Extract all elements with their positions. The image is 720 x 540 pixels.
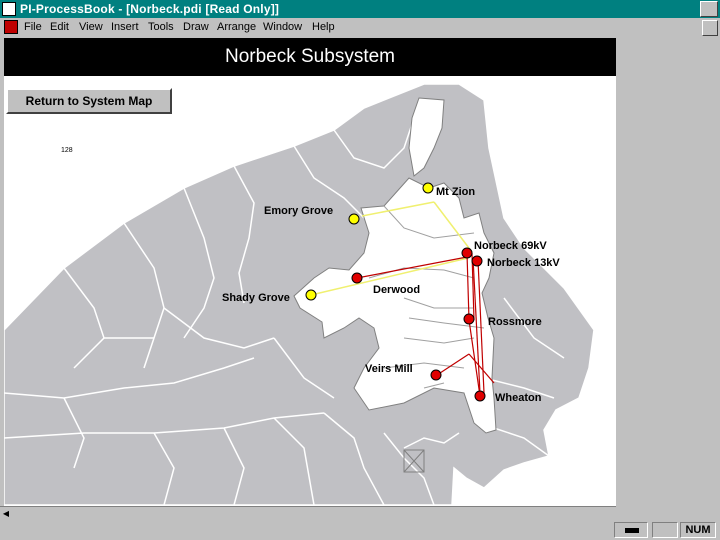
maximize-button[interactable] (700, 1, 718, 17)
substation-marker-norbeck-69kv[interactable] (461, 247, 473, 259)
status-indicator (614, 522, 648, 538)
menu-tools[interactable]: Tools (148, 21, 174, 33)
menu-file[interactable]: File (24, 21, 42, 33)
menu-insert[interactable]: Insert (111, 21, 139, 33)
window-title: PI-ProcessBook - [Norbeck.pdi [Read Only… (20, 2, 280, 16)
substation-label-mt-zion: Mt Zion (436, 186, 475, 198)
substation-label-rossmore: Rossmore (488, 316, 542, 328)
substation-marker-norbeck-13kv[interactable] (471, 255, 483, 267)
status-blank-field (652, 522, 678, 538)
substation-marker-veirs-mill[interactable] (430, 369, 442, 381)
scroll-left-arrow-icon[interactable]: ◀ (0, 507, 12, 520)
document-icon[interactable] (4, 20, 18, 34)
menu-help[interactable]: Help (312, 21, 335, 33)
display-canvas: Norbeck Subsystem Return to System Map 1… (4, 38, 616, 506)
substation-label-veirs-mill: Veirs Mill (365, 363, 413, 375)
substation-label-norbeck-13kv: Norbeck 13kV (487, 257, 560, 269)
menu-draw[interactable]: Draw (183, 21, 209, 33)
menu-arrange[interactable]: Arrange (217, 21, 256, 33)
status-bar: NUM (0, 520, 720, 540)
substation-label-norbeck-69kv: Norbeck 69kV (474, 240, 547, 252)
indicator-block-icon (625, 528, 639, 533)
substation-marker-shady-grove[interactable] (305, 289, 317, 301)
small-value-text: 128 (61, 147, 73, 154)
substation-label-derwood: Derwood (373, 284, 420, 296)
num-lock-indicator: NUM (680, 522, 716, 538)
menu-view[interactable]: View (79, 21, 103, 33)
horizontal-scrollbar[interactable]: ◀ (0, 506, 616, 521)
substation-marker-wheaton[interactable] (474, 390, 486, 402)
substation-marker-mt-zion[interactable] (422, 182, 434, 194)
menu-bar: File Edit View Insert Tools Draw Arrange… (0, 18, 720, 38)
restore-button[interactable] (702, 20, 718, 36)
menu-edit[interactable]: Edit (50, 21, 69, 33)
substation-label-wheaton: Wheaton (495, 392, 542, 404)
menu-window[interactable]: Window (263, 21, 302, 33)
substation-label-shady-grove: Shady Grove (222, 292, 290, 304)
substation-label-emory-grove: Emory Grove (264, 205, 333, 217)
title-bar: PI-ProcessBook - [Norbeck.pdi [Read Only… (0, 0, 720, 18)
substation-layer: 128 Mt Zion Emory Grove Norbeck 69kV Nor… (61, 147, 560, 404)
substation-marker-emory-grove[interactable] (348, 213, 360, 225)
substation-marker-rossmore[interactable] (463, 313, 475, 325)
substation-marker-derwood[interactable] (351, 272, 363, 284)
app-icon[interactable] (2, 2, 16, 16)
